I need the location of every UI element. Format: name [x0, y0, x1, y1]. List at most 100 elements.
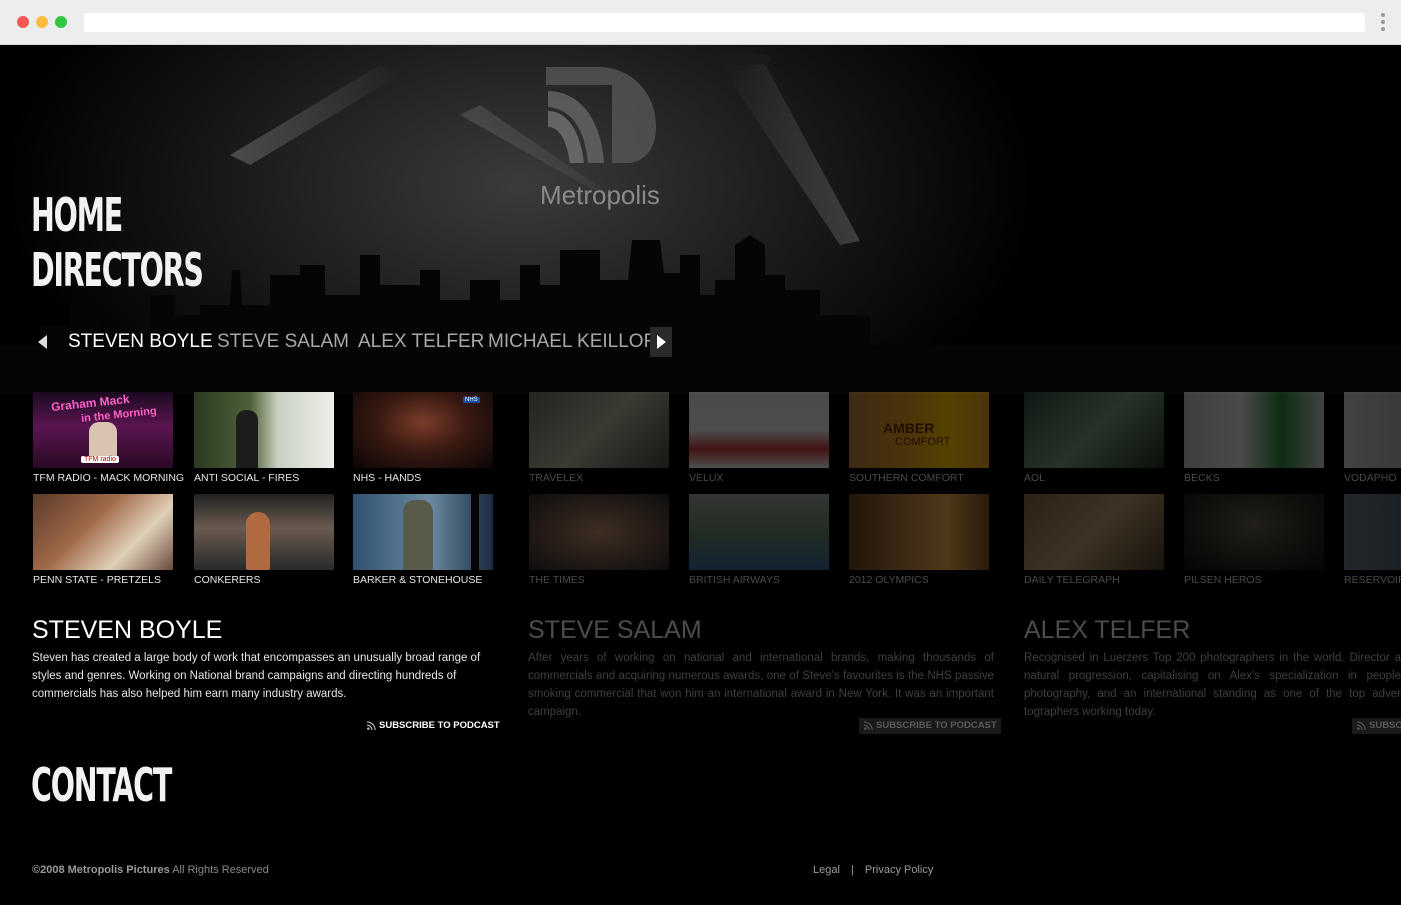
footer-links: Legal | Privacy Policy	[813, 864, 933, 876]
subscribe-podcast-label: SUBSCRIBE TO PODCAST	[876, 720, 997, 731]
work-caption: SOUTHERN COMFORT	[849, 472, 964, 484]
rss-icon	[367, 721, 376, 730]
legal-link[interactable]: Legal	[813, 864, 840, 876]
rss-icon	[1357, 721, 1366, 730]
subscribe-podcast-label: SUBSC	[1369, 720, 1401, 731]
work-caption: PILSEN HEROS	[1184, 574, 1262, 586]
browser-menu-icon[interactable]	[1379, 13, 1387, 33]
work-caption: BECKS	[1184, 472, 1220, 484]
work-caption: VELUX	[689, 472, 724, 484]
work-caption: TRAVELEX	[529, 472, 584, 484]
thumbnail-overlay-text: NHS	[463, 397, 480, 403]
nav-contact[interactable]: CONTACT	[31, 762, 172, 808]
thumbnail-overlay-text: TFM radio	[81, 456, 119, 463]
previous-arrow-icon[interactable]	[30, 327, 52, 357]
work-caption: CONKERERS	[194, 574, 261, 586]
work-thumbnail[interactable]: Graham Mack in the Morning TFM radio TFM…	[33, 392, 185, 484]
thumbnail-overlay-text: COMFORT	[895, 436, 951, 448]
thumbnail-image	[194, 392, 334, 468]
thumbnail-image	[689, 494, 829, 570]
work-thumbnail[interactable]: BECKS	[1184, 392, 1324, 484]
footer-separator: |	[850, 864, 854, 876]
skyline-silhouette	[0, 235, 1401, 395]
director-name: ALEX TELFER	[1024, 616, 1191, 644]
thumbnail-image: NHS	[353, 392, 493, 468]
rights-text: All Rights Reserved	[172, 864, 269, 876]
thumbnail-overlay-text: AMBER	[883, 420, 935, 436]
metropolis-logo-icon	[546, 67, 656, 163]
work-caption: VODAPHO	[1344, 472, 1397, 484]
logo-text: Metropolis	[540, 180, 660, 210]
privacy-policy-link[interactable]: Privacy Policy	[865, 864, 933, 876]
work-thumbnail[interactable]: ANTI SOCIAL - FIRES	[194, 392, 334, 484]
work-thumbnail[interactable]: BARKER & STONEHOUSE	[353, 494, 493, 586]
work-thumbnail[interactable]: AMBER COMFORT SOUTHERN COMFORT	[849, 392, 989, 484]
work-thumbnail[interactable]: RESERVOIR	[1344, 494, 1401, 586]
director-tab-alex-telfer[interactable]: ALEX TELFER	[358, 331, 484, 353]
work-thumbnail[interactable]: DAILY TELEGRAPH	[1024, 494, 1164, 586]
copyright-text: ©2008 Metropolis Pictures	[32, 864, 170, 876]
work-thumbnail[interactable]: PENN STATE - PRETZELS	[33, 494, 173, 586]
work-thumbnail[interactable]: THE TIMES	[529, 494, 669, 586]
director-tab-steve-salam[interactable]: STEVE SALAM	[217, 331, 349, 353]
work-caption: 2012 OLYMPICS	[849, 574, 929, 586]
nav-directors[interactable]: DIRECTORS	[31, 247, 204, 293]
work-caption: PENN STATE - PRETZELS	[33, 574, 161, 586]
director-bio: Steven has created a large body of work …	[32, 652, 481, 700]
work-thumbnail[interactable]: VODAPHO	[1344, 392, 1401, 484]
director-bio: After years of working on national and i…	[528, 652, 994, 718]
thumbnail-image	[529, 494, 669, 570]
work-thumbnail[interactable]: NHS NHS - HANDS	[353, 392, 493, 484]
close-window-button[interactable]	[17, 16, 29, 28]
thumbnail-image	[689, 392, 829, 468]
director-bio: Recognised in Luerzers Top 200 photograp…	[1024, 652, 1401, 718]
thumbnail-image	[33, 494, 173, 570]
minimize-window-button[interactable]	[36, 16, 48, 28]
director-tab-steven-boyle[interactable]: STEVEN BOYLE	[68, 331, 213, 353]
thumbnail-image	[849, 494, 989, 570]
thumbnail-image	[1344, 392, 1401, 468]
director-name: STEVEN BOYLE	[32, 616, 223, 644]
next-arrow-icon[interactable]	[650, 327, 672, 357]
thumbnail-image	[1184, 494, 1324, 570]
work-thumbnail[interactable]: TRAVELEX	[529, 392, 669, 484]
subscribe-podcast-button[interactable]: SUBSCRIBE TO PODCAST	[859, 718, 1001, 734]
work-caption: DAILY TELEGRAPH	[1024, 574, 1120, 586]
subscribe-podcast-button[interactable]: SUBSC	[1352, 718, 1401, 734]
thumbnail-image	[1024, 494, 1164, 570]
blimp-icon	[712, 52, 772, 66]
work-thumbnail[interactable]: PILSEN HEROS	[1184, 494, 1324, 586]
director-name: STEVE SALAM	[528, 616, 702, 644]
work-thumbnail[interactable]: BRITISH AIRWAYS	[689, 494, 829, 586]
work-thumbnail[interactable]: AOL	[1024, 392, 1164, 484]
thumbnail-image: Graham Mack in the Morning TFM radio	[33, 392, 173, 468]
thumbnail-image	[1024, 392, 1164, 468]
subscribe-podcast-label: SUBSCRIBE TO PODCAST	[379, 720, 500, 731]
thumbnail-image	[529, 392, 669, 468]
work-caption: BARKER & STONEHOUSE	[353, 574, 483, 586]
subscribe-podcast-button[interactable]: SUBSCRIBE TO PODCAST	[362, 718, 504, 734]
work-caption: THE TIMES	[529, 574, 585, 586]
thumbnail-image	[1184, 392, 1324, 468]
work-caption: TFM RADIO - MACK MORNING	[33, 472, 185, 484]
address-bar[interactable]	[84, 13, 1365, 32]
work-thumbnail[interactable]: VELUX	[689, 392, 829, 484]
nav-home[interactable]: HOME	[31, 192, 123, 238]
maximize-window-button[interactable]	[55, 16, 67, 28]
work-caption: AOL	[1024, 472, 1046, 484]
work-caption: ANTI SOCIAL - FIRES	[194, 472, 300, 484]
thumbnail-image	[353, 494, 493, 570]
work-thumbnail[interactable]: 2012 OLYMPICS	[849, 494, 989, 586]
footer-copyright: ©2008 Metropolis Pictures All Rights Res…	[32, 864, 269, 876]
searchlight-beam	[720, 55, 860, 245]
rss-icon	[864, 721, 873, 730]
work-thumbnail[interactable]: CONKERERS	[194, 494, 334, 586]
thumbnail-image	[1344, 494, 1401, 570]
work-caption: BRITISH AIRWAYS	[689, 574, 780, 586]
browser-chrome	[0, 0, 1401, 45]
director-tab-michael-keillor[interactable]: MICHAEL KEILLOR	[488, 331, 657, 353]
thumbnail-image: AMBER COMFORT	[849, 392, 989, 468]
work-caption: NHS - HANDS	[353, 472, 422, 484]
thumbnail-image	[194, 494, 334, 570]
work-caption: RESERVOIR	[1344, 574, 1401, 586]
